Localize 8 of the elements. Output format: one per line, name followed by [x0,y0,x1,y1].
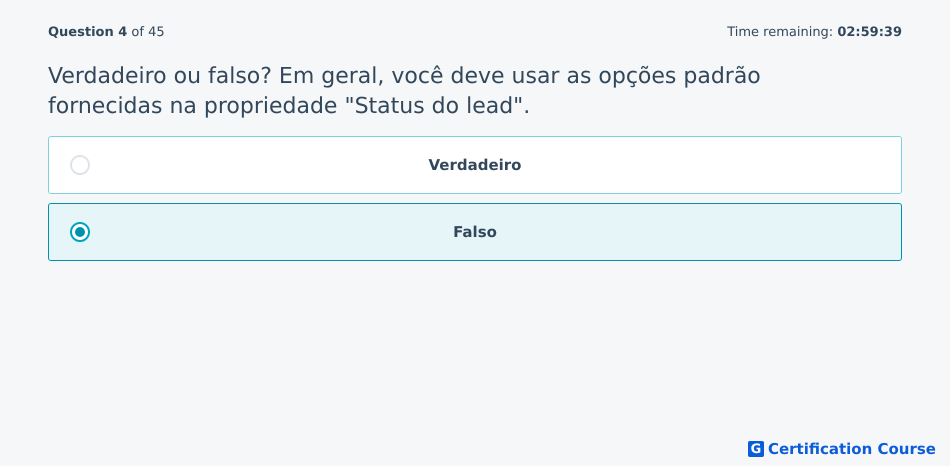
brand-logo: G [748,441,764,457]
time-remaining: Time remaining: 02:59:39 [727,24,902,40]
radio-button[interactable] [70,222,90,242]
answer-option[interactable]: Falso [48,203,902,261]
question-counter: Question 4 of 45 [48,24,165,40]
brand-name: Certification Course [768,440,936,458]
question-text: Verdadeiro ou falso? Em geral, você deve usar as opções padrão fornecidas na propriedade "Status do lead". [48,63,762,121]
answer-option[interactable]: Verdadeiro [48,136,902,194]
